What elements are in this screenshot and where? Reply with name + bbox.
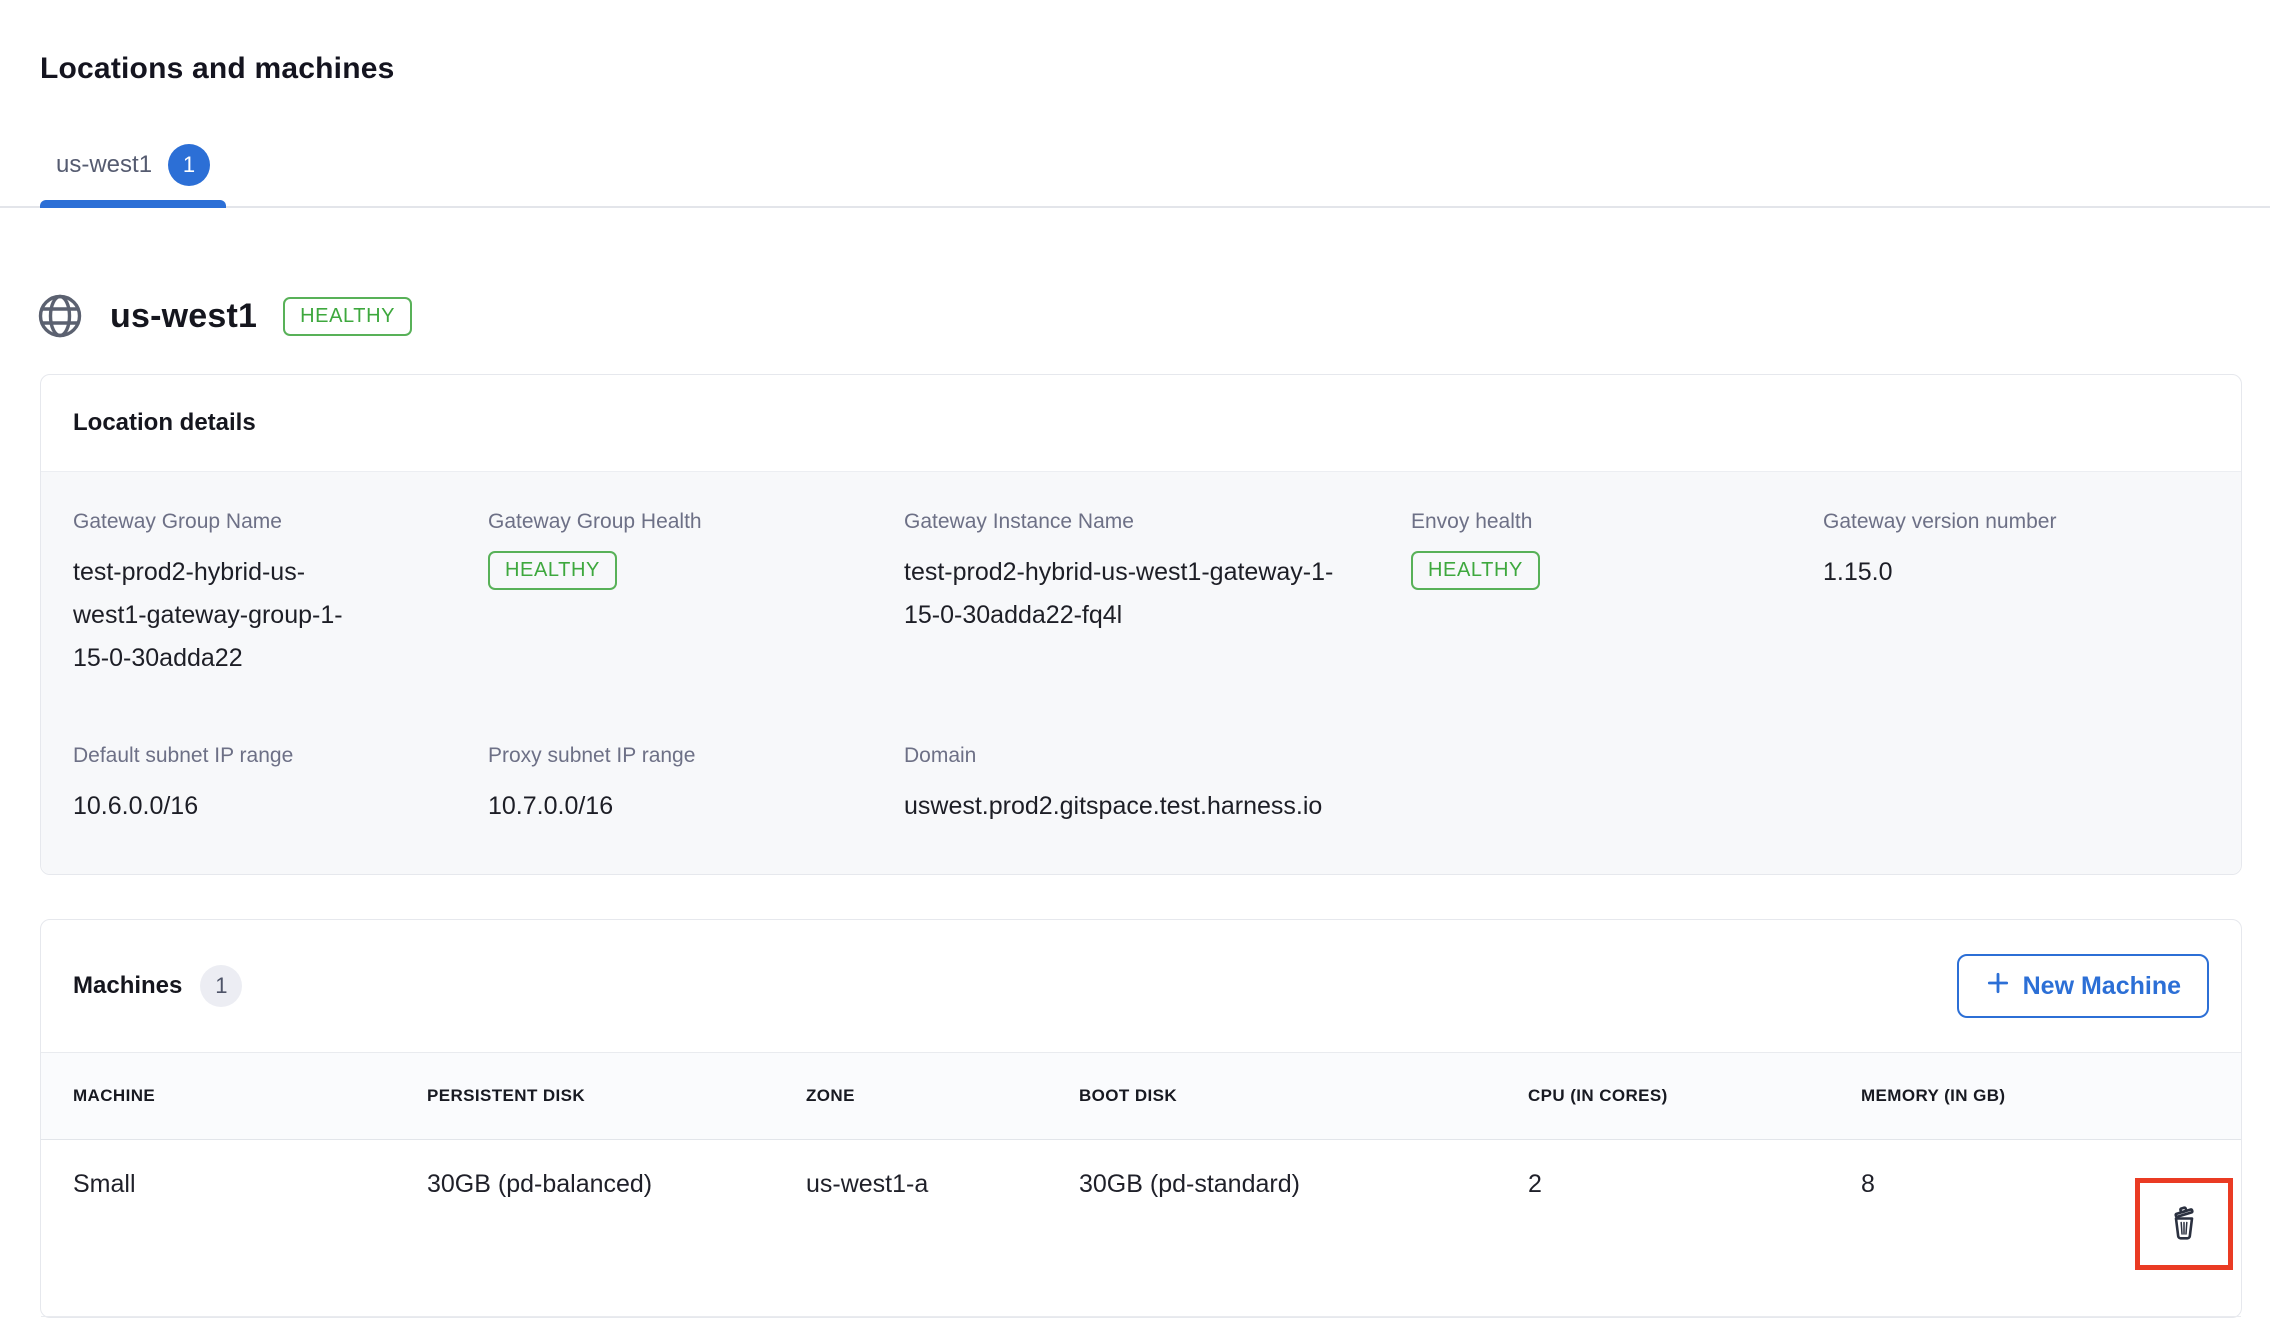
plus-icon [1985,970,2011,1003]
field-label: Gateway Group Name [73,510,488,534]
delete-machine-button[interactable] [2160,1199,2208,1250]
machines-table-header-row: MACHINE PERSISTENT DISK ZONE BOOT DISK C… [41,1053,2241,1140]
cell-memory: 8 [1861,1140,2126,1317]
gateway-group-health-badge: HEALTHY [488,551,617,590]
field-label: Envoy health [1411,510,1823,534]
machine-table-row: Small 30GB (pd-balanced) us-west1-a 30GB… [41,1140,2241,1317]
cell-zone: us-west1-a [806,1140,1079,1317]
column-header-machine: MACHINE [41,1053,427,1140]
location-status-badge: HEALTHY [283,297,412,336]
field-label: Domain [904,744,1411,768]
field-envoy-health: Envoy health HEALTHY [1411,510,1823,680]
active-tab-underline [40,200,226,208]
new-machine-button[interactable]: New Machine [1957,954,2209,1018]
machines-table: MACHINE PERSISTENT DISK ZONE BOOT DISK C… [41,1052,2241,1317]
field-gateway-instance-name: Gateway Instance Name test-prod2-hybrid-… [904,510,1411,680]
location-details-body: Gateway Group Name test-prod2-hybrid-us-… [41,471,2241,874]
column-header-actions [2126,1053,2241,1140]
tab-label: us-west1 [56,151,152,179]
machines-header: Machines 1 New Machine [41,920,2241,1052]
field-label: Gateway Instance Name [904,510,1411,534]
envoy-health-badge: HEALTHY [1411,551,1540,590]
machines-card: Machines 1 New Machine MACHINE PERSISTEN… [40,919,2242,1318]
column-header-boot-disk: BOOT DISK [1079,1053,1528,1140]
cell-actions [2126,1140,2241,1317]
location-details-grid: Gateway Group Name test-prod2-hybrid-us-… [73,510,2209,828]
field-gateway-group-name: Gateway Group Name test-prod2-hybrid-us-… [73,510,488,680]
page-title: Locations and machines [0,0,2270,86]
location-tabs: us-west1 1 [0,144,2270,208]
field-value: 10.6.0.0/16 [73,785,488,828]
trash-icon [2164,1203,2204,1246]
location-name: us-west1 [110,297,257,336]
location-details-title: Location details [41,375,2241,471]
field-label: Gateway Group Health [488,510,904,534]
location-details-card: Location details Gateway Group Name test… [40,374,2242,875]
cell-persistent-disk: 30GB (pd-balanced) [427,1140,806,1317]
field-label: Default subnet IP range [73,744,488,768]
field-value: 1.15.0 [1823,551,2209,594]
cell-cpu: 2 [1528,1140,1861,1317]
column-header-persistent-disk: PERSISTENT DISK [427,1053,806,1140]
field-gateway-group-health: Gateway Group Health HEALTHY [488,510,904,680]
field-value: 10.7.0.0/16 [488,785,904,828]
column-header-zone: ZONE [806,1053,1079,1140]
location-heading: us-west1 HEALTHY [36,292,2230,340]
globe-icon [36,292,84,340]
tab-count-badge: 1 [168,144,210,186]
new-machine-button-label: New Machine [2023,972,2181,1001]
tab-us-west1[interactable]: us-west1 1 [40,144,226,206]
field-domain: Domain uswest.prod2.gitspace.test.harnes… [904,744,1411,828]
field-label: Proxy subnet IP range [488,744,904,768]
field-value: uswest.prod2.gitspace.test.harness.io [904,785,1411,828]
cell-boot-disk: 30GB (pd-standard) [1079,1140,1528,1317]
field-proxy-subnet: Proxy subnet IP range 10.7.0.0/16 [488,744,904,828]
column-header-cpu: CPU (IN CORES) [1528,1053,1861,1140]
cell-machine: Small [41,1140,427,1317]
machines-title-row: Machines 1 [73,965,242,1007]
column-header-memory: MEMORY (IN GB) [1861,1053,2126,1140]
field-default-subnet: Default subnet IP range 10.6.0.0/16 [73,744,488,828]
machines-count-badge: 1 [200,965,242,1007]
field-gateway-version: Gateway version number 1.15.0 [1823,510,2209,680]
field-value: test-prod2-hybrid-us-west1-gateway-group… [73,551,353,680]
field-label: Gateway version number [1823,510,2209,534]
field-value: test-prod2-hybrid-us-west1-gateway-1-15-… [904,551,1334,637]
annotation-highlight-box [2135,1178,2233,1270]
machines-title: Machines [73,972,182,1000]
